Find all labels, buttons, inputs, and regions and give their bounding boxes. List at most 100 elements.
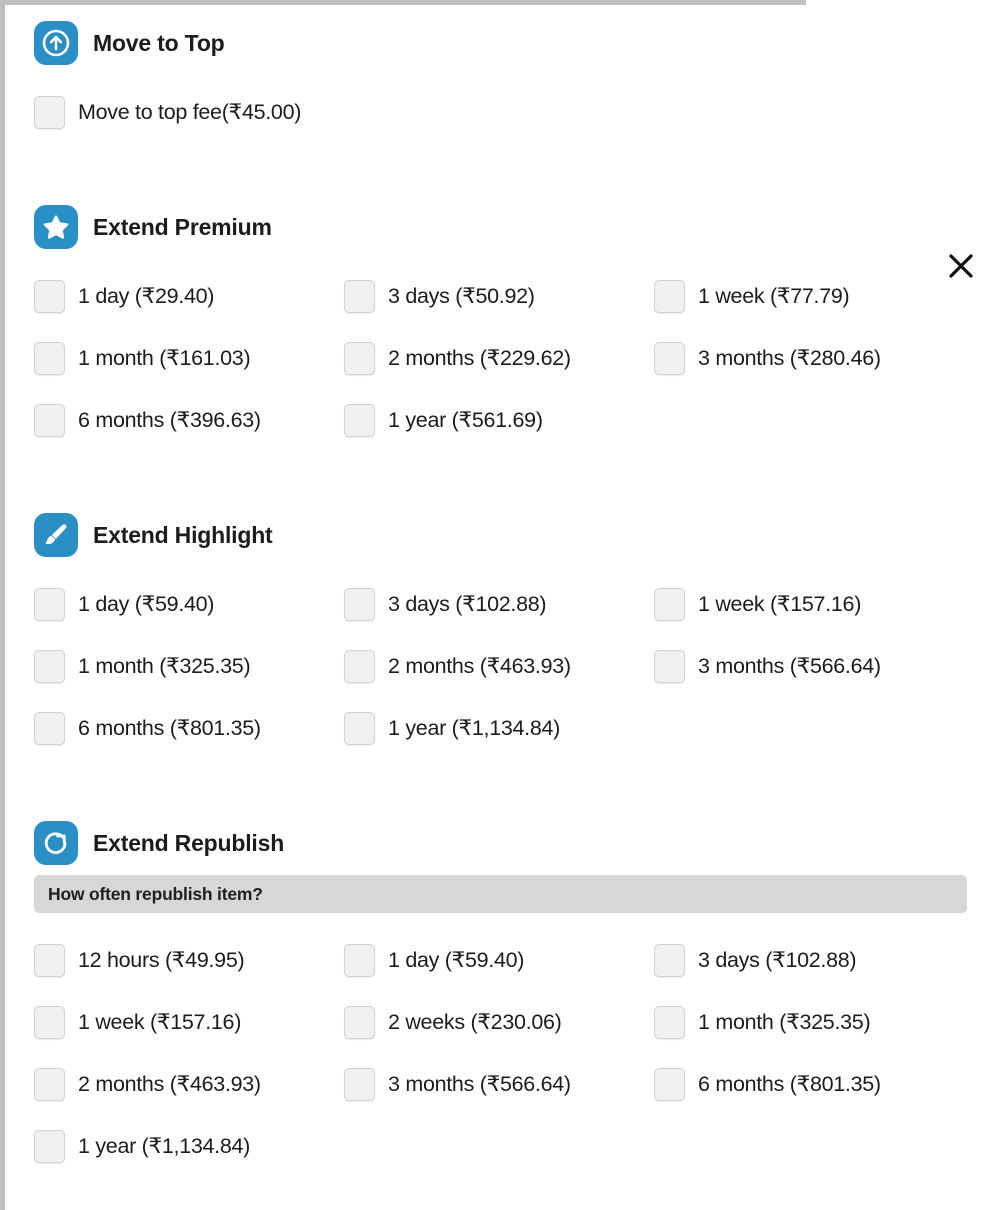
option-label: 6 months (₹396.63) (78, 407, 261, 432)
checkbox[interactable] (34, 711, 65, 745)
option-label: 1 week (₹157.16) (78, 1009, 242, 1034)
section-title: Extend Republish (93, 829, 285, 856)
option-premium-1-year[interactable]: 1 year (₹561.69) (344, 389, 654, 451)
option-label: 2 weeks (₹230.06) (388, 1009, 562, 1034)
option-republish-1-day[interactable]: 1 day (₹59.40) (344, 929, 654, 991)
option-label: 6 months (₹801.35) (698, 1071, 881, 1096)
option-republish-2-weeks[interactable]: 2 weeks (₹230.06) (344, 991, 654, 1053)
option-label: 2 months (₹229.62) (388, 345, 571, 370)
section-header: Extend Highlight (5, 513, 994, 557)
option-label: 1 month (₹161.03) (78, 345, 251, 370)
checkbox[interactable] (654, 649, 685, 683)
option-label: 3 days (₹102.88) (698, 947, 857, 972)
republish-frequency-banner: How often republish item? (34, 875, 967, 913)
option-label: 1 week (₹77.79) (698, 283, 850, 308)
checkbox[interactable] (34, 587, 65, 621)
checkbox[interactable] (344, 711, 375, 745)
section-extend-republish: Extend Republish How often republish ite… (5, 821, 994, 1177)
checkbox[interactable] (34, 1129, 65, 1163)
option-label: 3 days (₹102.88) (388, 591, 547, 616)
option-label: 1 year (₹1,134.84) (388, 715, 561, 740)
option-premium-2-months[interactable]: 2 months (₹229.62) (344, 327, 654, 389)
option-label: 3 days (₹50.92) (388, 283, 535, 308)
options-grid: 1 day (₹59.40) 3 days (₹102.88) 1 week (… (5, 573, 994, 759)
checkbox[interactable] (344, 587, 375, 621)
promotion-options-panel: Move to Top Move to top fee(₹45.00) Exte… (5, 5, 994, 1210)
option-highlight-3-days[interactable]: 3 days (₹102.88) (344, 573, 654, 635)
option-highlight-6-months[interactable]: 6 months (₹801.35) (34, 697, 344, 759)
option-republish-1-year[interactable]: 1 year (₹1,134.84) (34, 1115, 344, 1177)
option-move-to-top-fee[interactable]: Move to top fee(₹45.00) (34, 81, 344, 143)
option-republish-3-months[interactable]: 3 months (₹566.64) (344, 1053, 654, 1115)
option-republish-3-days[interactable]: 3 days (₹102.88) (654, 929, 964, 991)
checkbox[interactable] (344, 1067, 375, 1101)
checkbox[interactable] (654, 279, 685, 313)
option-republish-1-week[interactable]: 1 week (₹157.16) (34, 991, 344, 1053)
option-premium-3-months[interactable]: 3 months (₹280.46) (654, 327, 964, 389)
option-premium-1-week[interactable]: 1 week (₹77.79) (654, 265, 964, 327)
option-republish-2-months[interactable]: 2 months (₹463.93) (34, 1053, 344, 1115)
option-label: 6 months (₹801.35) (78, 715, 261, 740)
section-title: Extend Premium (93, 213, 272, 240)
checkbox[interactable] (654, 1005, 685, 1039)
options-grid: Move to top fee(₹45.00) (5, 81, 994, 143)
option-premium-3-days[interactable]: 3 days (₹50.92) (344, 265, 654, 327)
option-label: 3 months (₹566.64) (698, 653, 881, 678)
option-label: 1 month (₹325.35) (78, 653, 251, 678)
option-label: 1 year (₹1,134.84) (78, 1133, 251, 1158)
option-premium-1-month[interactable]: 1 month (₹161.03) (34, 327, 344, 389)
option-label: 3 months (₹280.46) (698, 345, 881, 370)
checkbox[interactable] (344, 341, 375, 375)
option-label: 1 week (₹157.16) (698, 591, 862, 616)
checkbox[interactable] (344, 403, 375, 437)
checkbox[interactable] (344, 1005, 375, 1039)
checkbox[interactable] (654, 587, 685, 621)
section-header: Extend Premium (5, 205, 994, 249)
option-label: 2 months (₹463.93) (388, 653, 571, 678)
section-extend-premium: Extend Premium 1 day (₹29.40) 3 days (₹5… (5, 205, 994, 451)
republish-frequency-label: How often republish item? (48, 883, 263, 904)
option-highlight-1-year[interactable]: 1 year (₹1,134.84) (344, 697, 654, 759)
option-label: Move to top fee(₹45.00) (78, 99, 302, 124)
option-highlight-1-month[interactable]: 1 month (₹325.35) (34, 635, 344, 697)
star-icon (34, 205, 78, 249)
option-republish-1-month[interactable]: 1 month (₹325.35) (654, 991, 964, 1053)
checkbox[interactable] (34, 649, 65, 683)
option-highlight-1-day[interactable]: 1 day (₹59.40) (34, 573, 344, 635)
checkbox[interactable] (34, 403, 65, 437)
option-republish-6-months[interactable]: 6 months (₹801.35) (654, 1053, 964, 1115)
section-extend-highlight: Extend Highlight 1 day (₹59.40) 3 days (… (5, 513, 994, 759)
checkbox[interactable] (34, 943, 65, 977)
checkbox[interactable] (34, 95, 65, 129)
checkbox[interactable] (34, 341, 65, 375)
options-grid: 1 day (₹29.40) 3 days (₹50.92) 1 week (₹… (5, 265, 994, 451)
section-move-to-top: Move to Top Move to top fee(₹45.00) (5, 21, 994, 143)
option-highlight-3-months[interactable]: 3 months (₹566.64) (654, 635, 964, 697)
checkbox[interactable] (34, 279, 65, 313)
checkbox[interactable] (34, 1067, 65, 1101)
option-premium-6-months[interactable]: 6 months (₹396.63) (34, 389, 344, 451)
checkbox[interactable] (34, 1005, 65, 1039)
option-label: 1 month (₹325.35) (698, 1009, 871, 1034)
option-republish-12-hours[interactable]: 12 hours (₹49.95) (34, 929, 344, 991)
checkbox[interactable] (654, 1067, 685, 1101)
section-header: Extend Republish (5, 821, 994, 865)
checkbox[interactable] (344, 649, 375, 683)
option-label: 1 year (₹561.69) (388, 407, 543, 432)
section-title: Move to Top (93, 29, 225, 56)
option-label: 1 day (₹59.40) (388, 947, 525, 972)
refresh-icon (34, 821, 78, 865)
paintbrush-icon (34, 513, 78, 557)
option-label: 12 hours (₹49.95) (78, 947, 245, 972)
checkbox[interactable] (344, 943, 375, 977)
arrow-up-circle-icon (34, 21, 78, 65)
option-highlight-2-months[interactable]: 2 months (₹463.93) (344, 635, 654, 697)
option-label: 1 day (₹59.40) (78, 591, 215, 616)
option-label: 2 months (₹463.93) (78, 1071, 261, 1096)
option-label: 1 day (₹29.40) (78, 283, 215, 308)
checkbox[interactable] (654, 341, 685, 375)
option-premium-1-day[interactable]: 1 day (₹29.40) (34, 265, 344, 327)
checkbox[interactable] (654, 943, 685, 977)
checkbox[interactable] (344, 279, 375, 313)
option-highlight-1-week[interactable]: 1 week (₹157.16) (654, 573, 964, 635)
